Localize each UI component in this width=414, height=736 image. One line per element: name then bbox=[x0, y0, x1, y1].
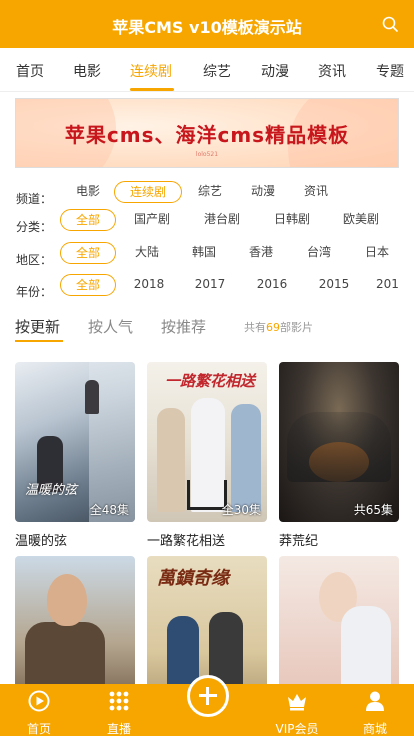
video-card[interactable]: 温暖的弦 全48集 温暖的弦 bbox=[15, 362, 135, 549]
video-title[interactable]: 莽荒纪 bbox=[279, 530, 318, 549]
video-card[interactable]: 一路繁花相送 全30集 一路繁花相送 bbox=[147, 362, 267, 549]
poster-art bbox=[85, 380, 99, 414]
filter-label-category: 分类： bbox=[16, 220, 53, 234]
filter-region-option[interactable]: 韩国 bbox=[187, 242, 221, 264]
filter-region-option[interactable]: 日本 bbox=[360, 242, 394, 264]
user-icon bbox=[366, 691, 384, 711]
tabbar-item-live[interactable]: 直播 bbox=[84, 684, 154, 736]
play-circle-icon bbox=[28, 690, 50, 712]
tabbar-label: 首页 bbox=[26, 722, 51, 736]
tabbar-label: 商城 bbox=[362, 722, 387, 736]
banner-subtext: lolo521 bbox=[195, 151, 219, 158]
nav-tab-movie[interactable]: 电影 bbox=[73, 61, 101, 81]
result-count: 共有69部影片 bbox=[244, 319, 313, 335]
episode-badge: 全30集 bbox=[221, 503, 261, 517]
filter-year-option-selected[interactable]: 全部 bbox=[60, 274, 116, 296]
promo-banner[interactable]: 苹果cms、海洋cms精品模板 lolo521 bbox=[15, 98, 399, 168]
site-title: 苹果CMS v10模板演示站 bbox=[112, 18, 302, 37]
filter-region-option[interactable]: 台湾 bbox=[302, 242, 336, 264]
filter-label-year: 年份： bbox=[16, 285, 53, 299]
filter-channel-option[interactable]: 综艺 bbox=[188, 181, 232, 203]
filter-year-option[interactable]: 2018 bbox=[130, 274, 168, 296]
search-icon[interactable] bbox=[382, 16, 398, 32]
filter-year-option[interactable]: 201 bbox=[376, 274, 414, 296]
video-poster[interactable]: 共65集 bbox=[279, 362, 399, 522]
filter-label-channel: 频道： bbox=[16, 192, 53, 206]
nav-active-underline bbox=[130, 88, 174, 91]
tabbar-item-vip[interactable]: VIP会员 bbox=[262, 684, 332, 736]
nav-tab-anime[interactable]: 动漫 bbox=[261, 61, 289, 81]
filter-channel-option[interactable]: 电影 bbox=[66, 181, 110, 203]
nav-tab-home[interactable]: 首页 bbox=[16, 61, 44, 81]
filter-year-option[interactable]: 2016 bbox=[253, 274, 291, 296]
filter-year-option[interactable]: 2015 bbox=[315, 274, 353, 296]
sort-tab-recommended[interactable]: 按推荐 bbox=[161, 316, 206, 337]
banner-text: 苹果cms、海洋cms精品模板 bbox=[64, 123, 350, 147]
count-suffix: 部影片 bbox=[280, 321, 313, 334]
count-prefix: 共有 bbox=[244, 321, 266, 334]
episode-badge: 共65集 bbox=[353, 503, 393, 517]
app-header: 苹果CMS v10模板演示站 bbox=[0, 0, 414, 48]
video-title[interactable]: 温暖的弦 bbox=[15, 530, 67, 549]
episode-badge: 全48集 bbox=[89, 503, 129, 517]
crown-icon bbox=[288, 694, 306, 711]
filter-channel-option[interactable]: 动漫 bbox=[241, 181, 285, 203]
filter-year-option[interactable]: 2017 bbox=[191, 274, 229, 296]
filter-category-option[interactable]: 日韩剧 bbox=[266, 209, 318, 231]
video-poster[interactable]: 一路繁花相送 全30集 bbox=[147, 362, 267, 522]
nav-tab-news[interactable]: 资讯 bbox=[318, 61, 346, 81]
sort-tab-popular[interactable]: 按人气 bbox=[88, 316, 133, 337]
poster-title: 一路繁花相送 bbox=[165, 372, 256, 390]
filter-region-option-selected[interactable]: 全部 bbox=[60, 242, 116, 264]
filter-label-region: 地区： bbox=[16, 253, 53, 267]
filter-channel-option-selected[interactable]: 连续剧 bbox=[114, 181, 182, 203]
poster-art bbox=[47, 574, 87, 626]
grid-dots-icon bbox=[109, 691, 129, 711]
poster-art bbox=[157, 408, 185, 512]
video-title[interactable]: 一路繁花相送 bbox=[147, 530, 225, 549]
category-nav: 首页 电影 连续剧 综艺 动漫 资讯 专题 bbox=[0, 48, 414, 92]
add-button[interactable] bbox=[187, 675, 229, 717]
filter-channel-option[interactable]: 资讯 bbox=[294, 181, 338, 203]
nav-tab-series[interactable]: 连续剧 bbox=[130, 61, 172, 81]
tabbar-label: 直播 bbox=[106, 722, 131, 736]
sort-tab-updated[interactable]: 按更新 bbox=[15, 316, 60, 337]
count-number: 69 bbox=[266, 321, 280, 334]
sort-active-underline bbox=[15, 340, 63, 342]
poster-title: 温暖的弦 bbox=[25, 483, 78, 498]
video-poster[interactable]: 温暖的弦 全48集 bbox=[15, 362, 135, 522]
filter-region-option[interactable]: 香港 bbox=[244, 242, 278, 264]
poster-art bbox=[231, 404, 261, 512]
filter-category-option[interactable]: 欧美剧 bbox=[335, 209, 387, 231]
filter-region-option[interactable]: 大陆 bbox=[130, 242, 164, 264]
nav-tab-topic[interactable]: 专题 bbox=[376, 61, 404, 81]
tabbar-label: VIP会员 bbox=[275, 722, 319, 736]
filter-category-option[interactable]: 港台剧 bbox=[196, 209, 248, 231]
video-card[interactable]: 共65集 莽荒纪 bbox=[279, 362, 399, 549]
filter-category-option[interactable]: 国产剧 bbox=[126, 209, 178, 231]
tabbar-item-home[interactable]: 首页 bbox=[4, 684, 74, 736]
nav-tab-variety[interactable]: 综艺 bbox=[203, 61, 231, 81]
tabbar-item-shop[interactable]: 商城 bbox=[340, 684, 410, 736]
filter-category-option-selected[interactable]: 全部 bbox=[60, 209, 116, 231]
plus-icon bbox=[206, 687, 209, 705]
poster-art bbox=[287, 412, 391, 482]
poster-title: 萬鎮奇缘 bbox=[157, 568, 229, 589]
